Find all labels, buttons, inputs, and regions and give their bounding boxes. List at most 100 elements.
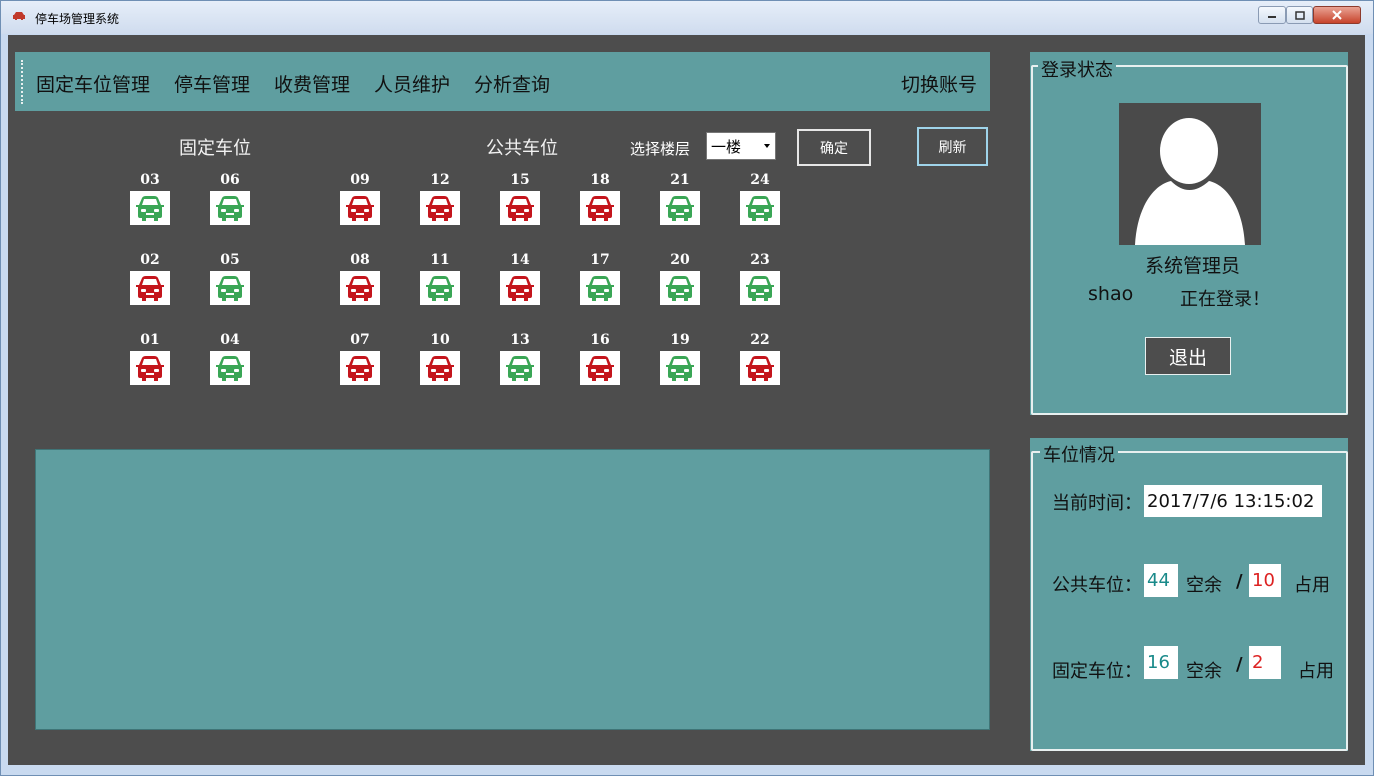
- fixed-used-field[interactable]: 2: [1249, 646, 1281, 679]
- public-slot-number: 13: [510, 332, 530, 348]
- car-icon: [346, 196, 374, 221]
- fixed-slots-heading: 固定车位: [179, 138, 251, 159]
- fixed-slots-label: 固定车位：: [1052, 661, 1142, 682]
- public-free-field[interactable]: 44: [1144, 564, 1178, 597]
- nav-analysis-query[interactable]: 分析查询: [474, 70, 550, 97]
- confirm-button[interactable]: 确定: [797, 129, 871, 166]
- floor-select-value: 一楼: [711, 138, 742, 156]
- car-icon: [666, 356, 694, 381]
- user-silhouette-icon: [1135, 118, 1245, 245]
- floor-select[interactable]: 一楼: [706, 132, 776, 160]
- car-icon: [746, 276, 774, 301]
- fixed-free-word: 空余: [1186, 661, 1222, 682]
- close-icon: [1332, 10, 1342, 20]
- car-icon: [346, 276, 374, 301]
- minimize-button[interactable]: [1258, 6, 1286, 24]
- current-time-field[interactable]: 2017/7/6 13:15:02: [1144, 485, 1322, 517]
- public-slot-number: 09: [350, 172, 370, 188]
- public-slot-number: 14: [510, 252, 530, 268]
- public-slot-number: 16: [590, 332, 610, 348]
- car-icon: [586, 196, 614, 221]
- public-slot-21-car-icon[interactable]: [660, 191, 700, 225]
- fixed-slot-number: 01: [140, 332, 160, 348]
- refresh-button[interactable]: 刷新: [917, 127, 988, 166]
- public-slot-number: 10: [430, 332, 450, 348]
- public-slot-number: 15: [510, 172, 530, 188]
- car-icon: [426, 356, 454, 381]
- car-icon: [216, 196, 244, 221]
- public-separator: /: [1236, 571, 1243, 592]
- fixed-slot-03-car-icon[interactable]: [130, 191, 170, 225]
- public-slot-11-car-icon[interactable]: [420, 271, 460, 305]
- public-slot-number: 22: [750, 332, 770, 348]
- public-slot-14-car-icon[interactable]: [500, 271, 540, 305]
- minimize-icon: [1268, 16, 1276, 18]
- fixed-slot-06-car-icon[interactable]: [210, 191, 250, 225]
- title-bar[interactable]: [1, 1, 1373, 34]
- public-slot-20-car-icon[interactable]: [660, 271, 700, 305]
- fixed-slot-05-car-icon[interactable]: [210, 271, 250, 305]
- nav-parking-management[interactable]: 停车管理: [174, 70, 250, 97]
- public-slot-number: 24: [750, 172, 770, 188]
- car-icon: [136, 276, 164, 301]
- fixed-slot-number: 04: [220, 332, 240, 348]
- close-button[interactable]: [1313, 6, 1361, 24]
- public-slot-18-car-icon[interactable]: [580, 191, 620, 225]
- car-icon: [426, 196, 454, 221]
- fixed-slot-04-car-icon[interactable]: [210, 351, 250, 385]
- public-slot-17-car-icon[interactable]: [580, 271, 620, 305]
- nav-fee-management[interactable]: 收费管理: [274, 70, 350, 97]
- public-slot-16-car-icon[interactable]: [580, 351, 620, 385]
- public-slot-number: 08: [350, 252, 370, 268]
- public-slot-22-car-icon[interactable]: [740, 351, 780, 385]
- login-status-title: 登录状态: [1038, 56, 1116, 82]
- nav-switch-account[interactable]: 切换账号: [901, 70, 977, 97]
- fixed-slot-02-car-icon[interactable]: [130, 271, 170, 305]
- fixed-slot-number: 02: [140, 252, 160, 268]
- public-slot-08-car-icon[interactable]: [340, 271, 380, 305]
- public-slot-12-car-icon[interactable]: [420, 191, 460, 225]
- nav-staff-maintenance[interactable]: 人员维护: [374, 70, 450, 97]
- public-slot-number: 23: [750, 252, 770, 268]
- dropdown-arrow-icon: [764, 144, 770, 148]
- car-icon: [586, 356, 614, 381]
- public-slot-number: 11: [430, 252, 450, 268]
- public-slot-13-car-icon[interactable]: [500, 351, 540, 385]
- public-slot-number: 17: [590, 252, 610, 268]
- login-status-text: 正在登录！: [1180, 289, 1270, 310]
- public-slot-19-car-icon[interactable]: [660, 351, 700, 385]
- car-icon: [136, 196, 164, 221]
- public-slots-heading: 公共车位: [486, 138, 558, 159]
- fixed-free-field[interactable]: 16: [1144, 646, 1178, 679]
- info-panel: [35, 449, 990, 730]
- car-icon: [746, 356, 774, 381]
- car-icon: [506, 196, 534, 221]
- public-slot-10-car-icon[interactable]: [420, 351, 460, 385]
- fixed-slot-number: 05: [220, 252, 240, 268]
- public-used-word: 占用: [1294, 575, 1330, 596]
- nav-fixed-slot-management[interactable]: 固定车位管理: [36, 70, 150, 97]
- car-icon: [426, 276, 454, 301]
- public-slot-number: 19: [670, 332, 690, 348]
- slot-status-title: 车位情况: [1040, 441, 1118, 467]
- public-free-word: 空余: [1186, 575, 1222, 596]
- car-icon: [666, 276, 694, 301]
- public-used-field[interactable]: 10: [1249, 564, 1281, 597]
- car-icon: [506, 276, 534, 301]
- fixed-separator: /: [1236, 654, 1243, 675]
- public-slot-09-car-icon[interactable]: [340, 191, 380, 225]
- user-role: 系统管理员: [1145, 255, 1241, 277]
- public-slot-15-car-icon[interactable]: [500, 191, 540, 225]
- logout-button[interactable]: 退出: [1145, 337, 1231, 375]
- public-slot-number: 12: [430, 172, 450, 188]
- public-slot-07-car-icon[interactable]: [340, 351, 380, 385]
- maximize-button[interactable]: [1286, 6, 1313, 24]
- public-slot-23-car-icon[interactable]: [740, 271, 780, 305]
- car-icon: [216, 356, 244, 381]
- menu-grip-handle[interactable]: [21, 60, 26, 104]
- fixed-slot-01-car-icon[interactable]: [130, 351, 170, 385]
- public-slot-24-car-icon[interactable]: [740, 191, 780, 225]
- car-icon: [506, 356, 534, 381]
- restore-icon: [1294, 10, 1305, 20]
- public-slot-number: 07: [350, 332, 370, 348]
